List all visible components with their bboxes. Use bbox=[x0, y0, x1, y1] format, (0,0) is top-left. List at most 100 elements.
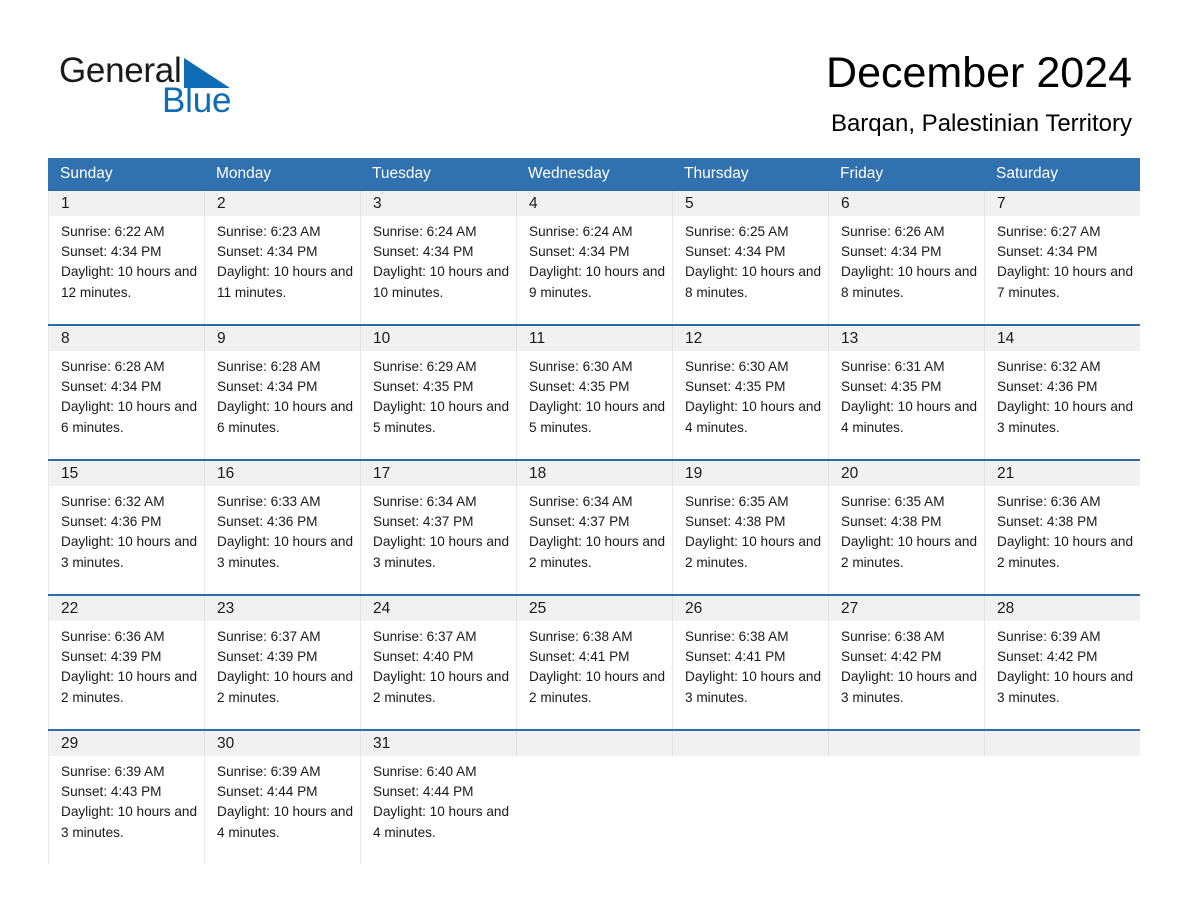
calendar-week-row: 22 23 24 25 26 27 28 Sunrise: 6:36 AM Su… bbox=[48, 594, 1140, 729]
sunset-text: Sunset: 4:43 PM bbox=[61, 784, 162, 800]
day-cell[interactable]: Sunrise: 6:26 AM Sunset: 4:34 PM Dayligh… bbox=[828, 216, 984, 324]
day-cell[interactable]: Sunrise: 6:28 AM Sunset: 4:34 PM Dayligh… bbox=[204, 351, 360, 459]
day-cell[interactable]: Sunrise: 6:23 AM Sunset: 4:34 PM Dayligh… bbox=[204, 216, 360, 324]
day-number[interactable]: 5 bbox=[672, 191, 828, 216]
day-number[interactable]: 8 bbox=[48, 326, 204, 351]
week-detail-band: Sunrise: 6:39 AM Sunset: 4:43 PM Dayligh… bbox=[48, 756, 1140, 864]
day-cell[interactable]: Sunrise: 6:35 AM Sunset: 4:38 PM Dayligh… bbox=[672, 486, 828, 594]
sunrise-text: Sunrise: 6:28 AM bbox=[217, 359, 321, 374]
sunrise-text: Sunrise: 6:32 AM bbox=[997, 359, 1101, 374]
day-number[interactable]: 22 bbox=[48, 596, 204, 621]
sunrise-text: Sunrise: 6:27 AM bbox=[997, 224, 1101, 239]
day-cell[interactable]: Sunrise: 6:22 AM Sunset: 4:34 PM Dayligh… bbox=[48, 216, 204, 324]
day-number[interactable]: 17 bbox=[360, 461, 516, 486]
day-cell[interactable]: Sunrise: 6:36 AM Sunset: 4:39 PM Dayligh… bbox=[48, 621, 204, 729]
day-number[interactable]: 2 bbox=[204, 191, 360, 216]
day-cell[interactable]: Sunrise: 6:29 AM Sunset: 4:35 PM Dayligh… bbox=[360, 351, 516, 459]
day-number[interactable]: 20 bbox=[828, 461, 984, 486]
day-number[interactable]: 13 bbox=[828, 326, 984, 351]
daylight-text: Daylight: 10 hours and 5 minutes. bbox=[373, 399, 510, 435]
day-number[interactable]: 7 bbox=[984, 191, 1140, 216]
daylight-text: Daylight: 10 hours and 2 minutes. bbox=[61, 669, 198, 705]
day-cell[interactable]: Sunrise: 6:24 AM Sunset: 4:34 PM Dayligh… bbox=[360, 216, 516, 324]
sunset-text: Sunset: 4:34 PM bbox=[997, 244, 1098, 260]
day-number[interactable]: 21 bbox=[984, 461, 1140, 486]
day-cell[interactable]: Sunrise: 6:35 AM Sunset: 4:38 PM Dayligh… bbox=[828, 486, 984, 594]
sunset-text: Sunset: 4:34 PM bbox=[685, 244, 786, 260]
day-number[interactable]: 19 bbox=[672, 461, 828, 486]
daylight-text: Daylight: 10 hours and 3 minutes. bbox=[373, 534, 510, 570]
day-number[interactable]: 24 bbox=[360, 596, 516, 621]
day-number[interactable]: 29 bbox=[48, 731, 204, 756]
day-number[interactable]: 9 bbox=[204, 326, 360, 351]
day-number[interactable]: 16 bbox=[204, 461, 360, 486]
day-cell[interactable]: Sunrise: 6:31 AM Sunset: 4:35 PM Dayligh… bbox=[828, 351, 984, 459]
daylight-text: Daylight: 10 hours and 2 minutes. bbox=[373, 669, 510, 705]
day-cell[interactable]: Sunrise: 6:38 AM Sunset: 4:41 PM Dayligh… bbox=[672, 621, 828, 729]
day-cell[interactable]: Sunrise: 6:27 AM Sunset: 4:34 PM Dayligh… bbox=[984, 216, 1140, 324]
calendar-page: General Blue December 2024 Barqan, Pales… bbox=[0, 0, 1188, 918]
sunset-text: Sunset: 4:42 PM bbox=[841, 649, 942, 665]
day-number[interactable]: 12 bbox=[672, 326, 828, 351]
day-number[interactable]: 23 bbox=[204, 596, 360, 621]
day-number[interactable]: 25 bbox=[516, 596, 672, 621]
day-cell[interactable]: Sunrise: 6:40 AM Sunset: 4:44 PM Dayligh… bbox=[360, 756, 516, 864]
day-cell[interactable]: Sunrise: 6:37 AM Sunset: 4:39 PM Dayligh… bbox=[204, 621, 360, 729]
sunrise-text: Sunrise: 6:34 AM bbox=[529, 494, 633, 509]
sunset-text: Sunset: 4:40 PM bbox=[373, 649, 474, 665]
calendar-week-row: 8 9 10 11 12 13 14 Sunrise: 6:28 AM Suns… bbox=[48, 324, 1140, 459]
day-number[interactable]: 4 bbox=[516, 191, 672, 216]
day-number[interactable]: 31 bbox=[360, 731, 516, 756]
day-number[interactable]: 30 bbox=[204, 731, 360, 756]
sunset-text: Sunset: 4:38 PM bbox=[997, 514, 1098, 530]
day-cell[interactable]: Sunrise: 6:38 AM Sunset: 4:41 PM Dayligh… bbox=[516, 621, 672, 729]
day-cell[interactable]: Sunrise: 6:38 AM Sunset: 4:42 PM Dayligh… bbox=[828, 621, 984, 729]
day-cell[interactable]: Sunrise: 6:25 AM Sunset: 4:34 PM Dayligh… bbox=[672, 216, 828, 324]
weekday-header-tuesday: Tuesday bbox=[372, 165, 431, 182]
sunset-text: Sunset: 4:35 PM bbox=[685, 379, 786, 395]
day-number[interactable]: 26 bbox=[672, 596, 828, 621]
daylight-text: Daylight: 10 hours and 3 minutes. bbox=[997, 399, 1134, 435]
day-cell[interactable]: Sunrise: 6:39 AM Sunset: 4:42 PM Dayligh… bbox=[984, 621, 1140, 729]
sunset-text: Sunset: 4:44 PM bbox=[373, 784, 474, 800]
week-date-band: 15 16 17 18 19 20 21 bbox=[48, 459, 1140, 486]
day-cell[interactable]: Sunrise: 6:39 AM Sunset: 4:44 PM Dayligh… bbox=[204, 756, 360, 864]
day-cell[interactable]: Sunrise: 6:34 AM Sunset: 4:37 PM Dayligh… bbox=[360, 486, 516, 594]
sunset-text: Sunset: 4:35 PM bbox=[841, 379, 942, 395]
day-number[interactable]: 15 bbox=[48, 461, 204, 486]
day-cell[interactable]: Sunrise: 6:36 AM Sunset: 4:38 PM Dayligh… bbox=[984, 486, 1140, 594]
day-cell[interactable]: Sunrise: 6:34 AM Sunset: 4:37 PM Dayligh… bbox=[516, 486, 672, 594]
day-number[interactable]: 18 bbox=[516, 461, 672, 486]
day-number[interactable]: 6 bbox=[828, 191, 984, 216]
day-cell[interactable]: Sunrise: 6:39 AM Sunset: 4:43 PM Dayligh… bbox=[48, 756, 204, 864]
generalblue-logo[interactable]: General Blue bbox=[59, 52, 379, 122]
day-number[interactable]: 10 bbox=[360, 326, 516, 351]
month-year-title: December 2024 bbox=[826, 49, 1132, 97]
day-cell[interactable]: Sunrise: 6:30 AM Sunset: 4:35 PM Dayligh… bbox=[516, 351, 672, 459]
weekday-header-saturday: Saturday bbox=[996, 165, 1059, 182]
day-number[interactable]: 28 bbox=[984, 596, 1140, 621]
daylight-text: Daylight: 10 hours and 9 minutes. bbox=[529, 264, 666, 300]
sunrise-text: Sunrise: 6:38 AM bbox=[685, 629, 789, 644]
day-number[interactable]: 11 bbox=[516, 326, 672, 351]
sunset-text: Sunset: 4:44 PM bbox=[217, 784, 318, 800]
day-cell[interactable]: Sunrise: 6:28 AM Sunset: 4:34 PM Dayligh… bbox=[48, 351, 204, 459]
day-cell[interactable]: Sunrise: 6:32 AM Sunset: 4:36 PM Dayligh… bbox=[48, 486, 204, 594]
sunset-text: Sunset: 4:34 PM bbox=[373, 244, 474, 260]
day-number-empty bbox=[516, 731, 672, 756]
daylight-text: Daylight: 10 hours and 4 minutes. bbox=[685, 399, 822, 435]
day-number[interactable]: 3 bbox=[360, 191, 516, 216]
day-number[interactable]: 14 bbox=[984, 326, 1140, 351]
day-cell[interactable]: Sunrise: 6:33 AM Sunset: 4:36 PM Dayligh… bbox=[204, 486, 360, 594]
daylight-text: Daylight: 10 hours and 2 minutes. bbox=[529, 534, 666, 570]
day-cell[interactable]: Sunrise: 6:30 AM Sunset: 4:35 PM Dayligh… bbox=[672, 351, 828, 459]
sunrise-text: Sunrise: 6:36 AM bbox=[997, 494, 1101, 509]
sunset-text: Sunset: 4:37 PM bbox=[529, 514, 630, 530]
day-number-empty bbox=[828, 731, 984, 756]
sunrise-text: Sunrise: 6:22 AM bbox=[61, 224, 165, 239]
day-number[interactable]: 1 bbox=[48, 191, 204, 216]
day-cell[interactable]: Sunrise: 6:24 AM Sunset: 4:34 PM Dayligh… bbox=[516, 216, 672, 324]
day-cell[interactable]: Sunrise: 6:32 AM Sunset: 4:36 PM Dayligh… bbox=[984, 351, 1140, 459]
day-cell[interactable]: Sunrise: 6:37 AM Sunset: 4:40 PM Dayligh… bbox=[360, 621, 516, 729]
day-number[interactable]: 27 bbox=[828, 596, 984, 621]
